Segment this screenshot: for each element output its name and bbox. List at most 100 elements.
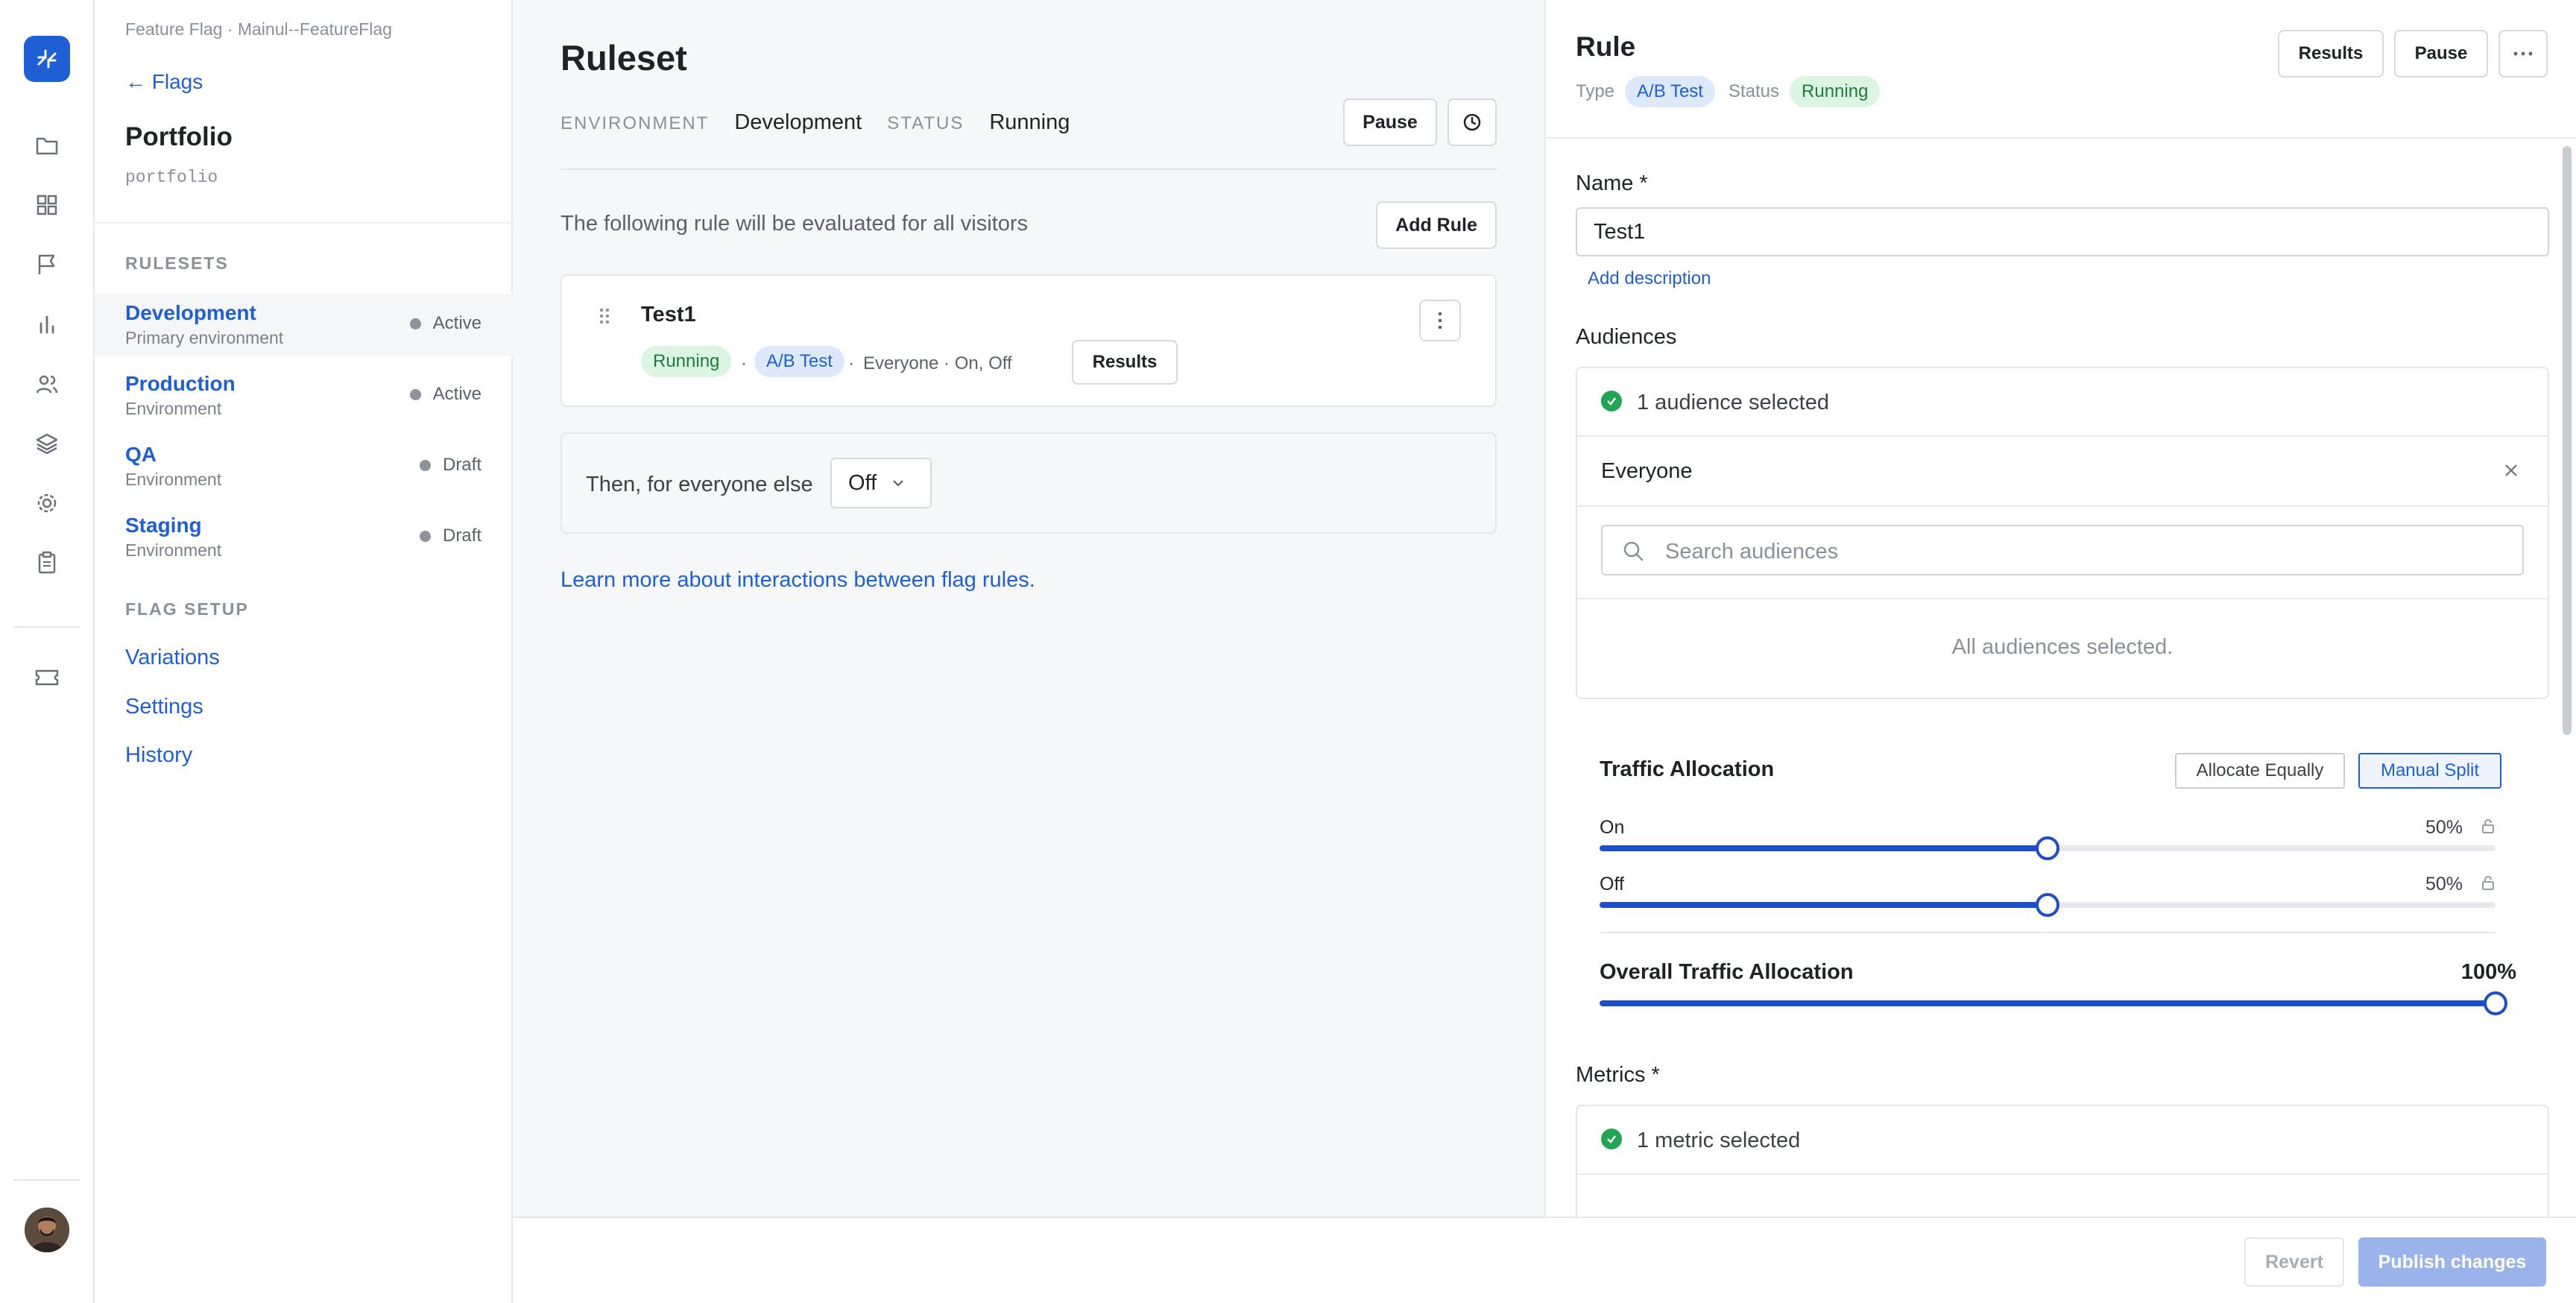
flag-nav-panel: Feature Flag · Mainul--FeatureFlag ← Fla…: [95, 0, 513, 1303]
select-value: Off: [848, 470, 877, 495]
folder-icon[interactable]: [30, 128, 64, 163]
variation-on-percent: 50%: [2425, 817, 2463, 838]
ruleset-subtitle: Environment: [125, 399, 222, 418]
clipboard-icon[interactable]: [30, 546, 64, 580]
search-placeholder: Search audiences: [1665, 540, 1839, 564]
overall-traffic-percent: 100%: [2460, 960, 2516, 984]
ruleset-subtitle: Primary environment: [125, 328, 284, 347]
overall-traffic-slider[interactable]: [1600, 991, 2507, 1015]
add-rule-button[interactable]: Add Rule: [1376, 201, 1497, 249]
results-button[interactable]: Results: [2278, 30, 2384, 78]
layers-icon[interactable]: [30, 426, 64, 461]
metrics-summary-row: 1 metric selected: [1577, 1106, 2548, 1175]
divider: [561, 168, 1497, 170]
metrics-label: Metrics *: [1576, 1063, 1660, 1087]
users-icon[interactable]: [30, 367, 64, 401]
separator-dot: ·: [741, 353, 747, 373]
variations-link[interactable]: Variations: [125, 646, 220, 670]
rule-name-input[interactable]: Test1: [1576, 207, 2549, 256]
clock-icon: [1463, 113, 1481, 131]
slider-thumb[interactable]: [2036, 836, 2059, 860]
environment-label: ENVIRONMENT: [561, 113, 710, 133]
breadcrumb[interactable]: Feature Flag · Mainul--FeatureFlag: [125, 19, 392, 40]
rule-menu-button[interactable]: [1419, 300, 1461, 341]
rule-card[interactable]: Test1 Running · A/B Test · Everyone · On…: [561, 274, 1497, 407]
status-label: Status: [1728, 81, 1780, 101]
status-text: Draft: [442, 526, 482, 546]
audiences-label: Audiences: [1576, 325, 1677, 349]
status-text: Draft: [442, 455, 482, 475]
history-clock-button[interactable]: [1448, 98, 1497, 146]
slider-fill: [1600, 902, 2048, 908]
ruleset-title: Ruleset: [561, 38, 687, 78]
audience-item: Everyone: [1577, 437, 2548, 507]
ruleset-meta: ENVIRONMENT Development STATUS Running: [561, 110, 1095, 135]
drag-handle-icon[interactable]: [598, 307, 611, 325]
status-label: STATUS: [887, 113, 965, 133]
pause-rule-button[interactable]: Pause: [2394, 30, 2488, 78]
settings-link[interactable]: Settings: [125, 695, 203, 719]
ruleset-subtitle: Environment: [125, 470, 222, 489]
status-badge: Running: [1790, 76, 1881, 107]
search-audiences-input[interactable]: Search audiences: [1601, 525, 2524, 575]
revert-button[interactable]: Revert: [2244, 1237, 2344, 1287]
kebab-icon: [1438, 312, 1442, 329]
variation-off-percent: 50%: [2425, 874, 2463, 895]
ruleset-panel: Ruleset ENVIRONMENT Development STATUS R…: [513, 0, 1544, 1217]
slider-thumb[interactable]: [2484, 991, 2507, 1015]
all-audiences-selected-text: All audiences selected.: [1951, 635, 2174, 659]
flag-icon[interactable]: [30, 247, 64, 282]
ruleset-item-staging[interactable]: Staging Environment Draft: [95, 506, 513, 569]
rule-results-button[interactable]: Results: [1072, 340, 1178, 385]
ticket-icon[interactable]: [30, 660, 64, 695]
check-circle-icon: [1601, 391, 1622, 411]
history-link[interactable]: History: [125, 743, 192, 768]
add-description-link[interactable]: Add description: [1588, 268, 1711, 289]
pause-ruleset-button[interactable]: Pause: [1343, 98, 1437, 146]
audiences-selected-text: 1 audience selected: [1637, 391, 1829, 414]
allocate-equally-button[interactable]: Allocate Equally: [2175, 753, 2345, 789]
grid-icon[interactable]: [30, 188, 64, 222]
app-logo-icon[interactable]: [24, 36, 70, 82]
page-title: Portfolio: [125, 122, 233, 151]
rulesets-heading: RULESETS: [125, 253, 229, 273]
search-icon: [1623, 541, 1644, 561]
audiences-summary-row: 1 audience selected: [1577, 368, 2548, 437]
ruleset-name: Staging: [125, 514, 202, 537]
lock-icon[interactable]: [2481, 818, 2496, 833]
manual-split-button[interactable]: Manual Split: [2358, 753, 2501, 789]
slider-thumb[interactable]: [2036, 893, 2059, 917]
rail-divider: [13, 626, 80, 628]
variation-off-label: Off: [1600, 874, 1624, 895]
gear-icon[interactable]: [30, 486, 64, 520]
lock-icon[interactable]: [2481, 875, 2496, 890]
everyone-else-select[interactable]: Off: [830, 458, 932, 508]
overall-traffic-title: Overall Traffic Allocation: [1600, 960, 1854, 984]
close-icon[interactable]: [2503, 462, 2519, 479]
type-badge: A/B Test: [1625, 76, 1715, 107]
ellipsis-icon: [2513, 51, 2533, 56]
divider: [1577, 598, 2548, 599]
avatar[interactable]: [25, 1208, 69, 1252]
audiences-box: 1 audience selected Everyone Search audi…: [1576, 367, 2549, 699]
scrollbar[interactable]: [2563, 146, 2572, 735]
icon-rail: [0, 0, 95, 1303]
publish-changes-button[interactable]: Publish changes: [2358, 1237, 2546, 1287]
variation-off-slider[interactable]: [1600, 893, 2496, 917]
metrics-selected-text: 1 metric selected: [1637, 1129, 1801, 1152]
variation-on-slider[interactable]: [1600, 836, 2496, 860]
status-dot: [419, 530, 431, 542]
ruleset-item-production[interactable]: Production Environment Active: [95, 365, 513, 427]
rail-divider-bottom: [13, 1179, 80, 1181]
ruleset-item-development[interactable]: Development Primary environment Active: [95, 294, 513, 356]
status-dot: [419, 459, 431, 471]
back-to-flags-link[interactable]: ← Flags: [125, 70, 203, 94]
rule-detail-panel: Rule Type A/B Test Status Running Result…: [1544, 0, 2576, 1231]
learn-more-link[interactable]: Learn more about interactions between fl…: [561, 568, 1035, 593]
status-text: Active: [432, 384, 482, 404]
more-options-button[interactable]: [2498, 30, 2548, 78]
bar-chart-icon[interactable]: [30, 307, 64, 341]
ruleset-item-qa[interactable]: QA Environment Draft: [95, 435, 513, 498]
rule-meta: Type A/B Test Status Running: [1576, 76, 1893, 107]
ab-test-badge: A/B Test: [754, 346, 845, 377]
